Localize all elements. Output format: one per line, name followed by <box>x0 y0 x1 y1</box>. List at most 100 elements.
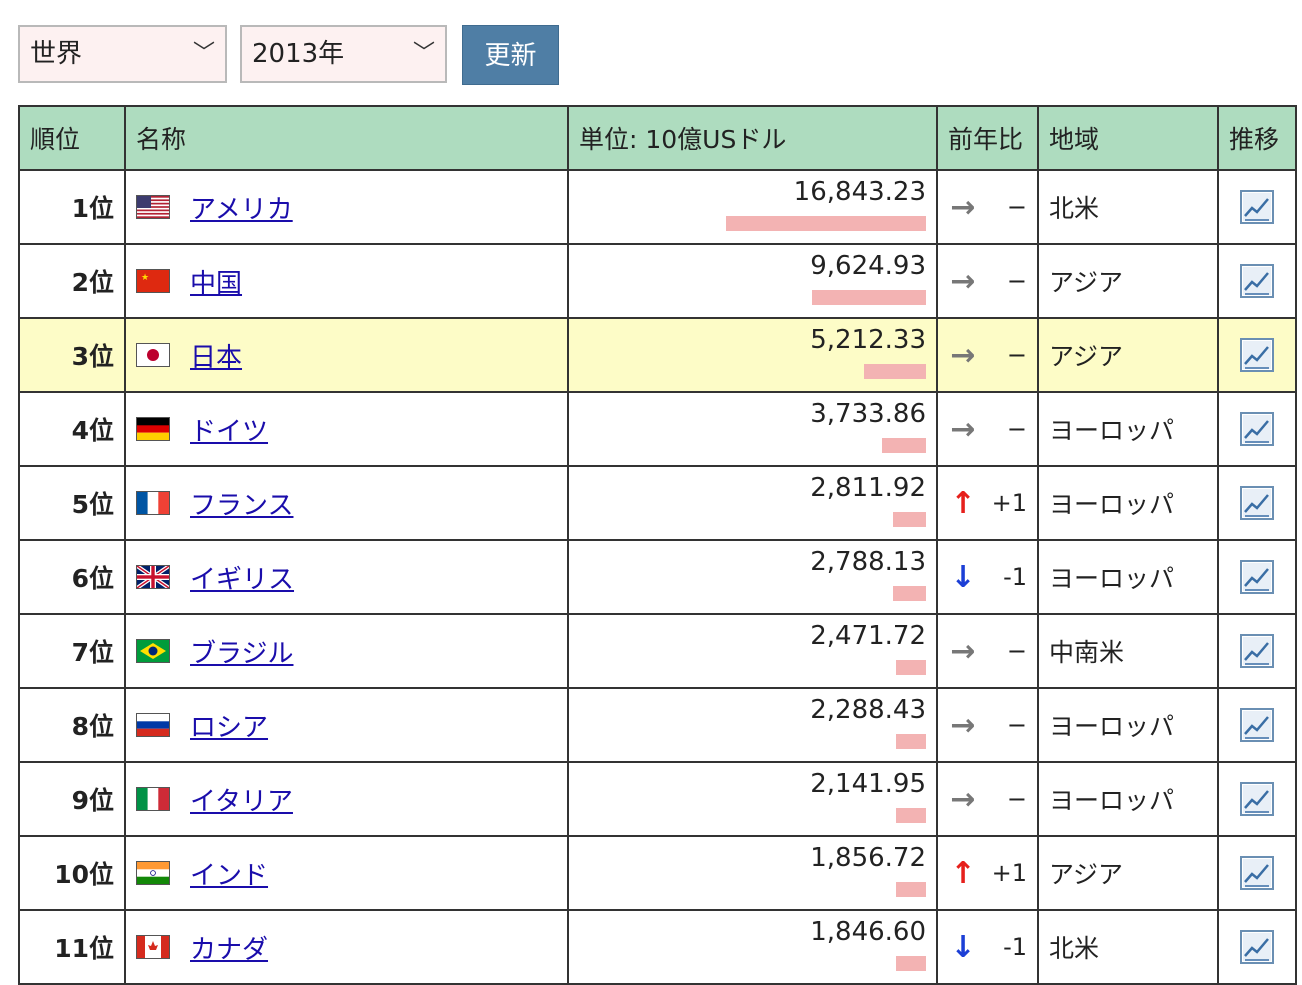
country-link[interactable]: イタリア <box>190 781 293 818</box>
year-select[interactable]: 2013年 ﹀ <box>240 25 447 83</box>
table-header-row: 順位 名称 単位: 10億USドル 前年比 地域 推移 <box>18 105 1297 171</box>
compare-cell: → − <box>936 761 1039 837</box>
region-cell: アジア <box>1037 243 1219 319</box>
table-row: 4位 ドイツ 3,733.86 → − ヨーロッパ <box>18 391 1297 467</box>
trend-cell <box>1217 687 1297 763</box>
arrow-right-icon: → <box>950 707 976 743</box>
header-value: 単位: 10億USドル <box>567 105 938 171</box>
fr-flag-icon <box>136 491 170 515</box>
value-bar <box>893 586 926 601</box>
header-region: 地域 <box>1037 105 1219 171</box>
trend-cell <box>1217 317 1297 393</box>
rank-cell: 2位 <box>18 243 126 319</box>
country-link[interactable]: ロシア <box>190 707 268 744</box>
trend-chart-icon[interactable] <box>1240 930 1274 964</box>
rank-cell: 8位 <box>18 687 126 763</box>
compare-value: − <box>1006 341 1027 369</box>
trend-chart-icon[interactable] <box>1240 190 1274 224</box>
name-cell: カナダ <box>124 909 569 985</box>
arrow-right-icon: → <box>950 263 976 299</box>
update-button[interactable]: 更新 <box>462 25 559 85</box>
value-bar <box>726 216 926 231</box>
country-link[interactable]: アメリカ <box>190 189 293 226</box>
value-cell: 2,788.13 <box>567 539 938 615</box>
arrow-right-icon: → <box>950 633 976 669</box>
trend-cell <box>1217 465 1297 541</box>
rank-cell: 6位 <box>18 539 126 615</box>
table-row: 7位 ブラジル 2,471.72 → − 中南米 <box>18 613 1297 689</box>
value-cell: 9,624.93 <box>567 243 938 319</box>
value-number: 5,212.33 <box>810 325 926 355</box>
country-link[interactable]: フランス <box>190 485 293 522</box>
value-number: 3,733.86 <box>810 399 926 429</box>
compare-value: − <box>1006 711 1027 739</box>
value-cell: 1,846.60 <box>567 909 938 985</box>
name-cell: アメリカ <box>124 169 569 245</box>
rank-cell: 4位 <box>18 391 126 467</box>
region-cell: ヨーロッパ <box>1037 391 1219 467</box>
trend-chart-icon[interactable] <box>1240 782 1274 816</box>
trend-chart-icon[interactable] <box>1240 856 1274 890</box>
country-link[interactable]: 中国 <box>190 263 242 300</box>
value-number: 1,856.72 <box>810 843 926 873</box>
country-link[interactable]: ドイツ <box>190 411 268 448</box>
value-bar <box>896 882 926 897</box>
table-row: 8位 ロシア 2,288.43 → − ヨーロッパ <box>18 687 1297 763</box>
table-row: 9位 イタリア 2,141.95 → − ヨーロッパ <box>18 761 1297 837</box>
trend-chart-icon[interactable] <box>1240 264 1274 298</box>
value-cell: 1,856.72 <box>567 835 938 911</box>
compare-value: − <box>1006 267 1027 295</box>
value-bar <box>812 290 926 305</box>
trend-chart-icon[interactable] <box>1240 338 1274 372</box>
compare-value: − <box>1006 785 1027 813</box>
name-cell: ロシア <box>124 687 569 763</box>
region-select[interactable]: 世界 ﹀ <box>18 25 227 83</box>
trend-cell <box>1217 169 1297 245</box>
table-row: 6位 イギリス 2,788.13 ↓ -1 ヨーロッパ <box>18 539 1297 615</box>
rank-cell: 7位 <box>18 613 126 689</box>
name-cell: ★ 中国 <box>124 243 569 319</box>
ru-flag-icon <box>136 713 170 737</box>
trend-cell <box>1217 909 1297 985</box>
country-link[interactable]: イギリス <box>190 559 294 596</box>
arrow-down-icon: ↓ <box>950 559 976 595</box>
country-link[interactable]: インド <box>190 855 268 892</box>
value-cell: 2,471.72 <box>567 613 938 689</box>
country-link[interactable]: ブラジル <box>190 633 293 670</box>
trend-chart-icon[interactable] <box>1240 412 1274 446</box>
country-link[interactable]: 日本 <box>190 337 242 374</box>
table-row: 2位 ★ 中国 9,624.93 → − アジア <box>18 243 1297 319</box>
trend-chart-icon[interactable] <box>1240 560 1274 594</box>
value-number: 9,624.93 <box>810 251 926 281</box>
gb-flag-icon <box>136 565 170 589</box>
trend-chart-icon[interactable] <box>1240 708 1274 742</box>
rank-cell: 3位 <box>18 317 126 393</box>
arrow-right-icon: → <box>950 337 976 373</box>
value-number: 2,788.13 <box>810 547 926 577</box>
trend-cell <box>1217 243 1297 319</box>
region-cell: 北米 <box>1037 169 1219 245</box>
arrow-up-icon: ↑ <box>950 485 976 521</box>
compare-cell: ↑ +1 <box>936 835 1039 911</box>
arrow-up-icon: ↑ <box>950 855 976 891</box>
arrow-down-icon: ↓ <box>950 929 976 965</box>
cn-flag-icon: ★ <box>136 269 170 293</box>
svg-text:★: ★ <box>141 273 149 283</box>
compare-value: -1 <box>1003 563 1027 591</box>
arrow-right-icon: → <box>950 781 976 817</box>
de-flag-icon <box>136 417 170 441</box>
rank-cell: 11位 <box>18 909 126 985</box>
value-bar <box>864 364 926 379</box>
value-number: 2,141.95 <box>810 769 926 799</box>
name-cell: ドイツ <box>124 391 569 467</box>
table-row: 3位 日本 5,212.33 → − アジア <box>18 317 1297 393</box>
trend-cell <box>1217 391 1297 467</box>
value-bar <box>893 512 926 527</box>
trend-chart-icon[interactable] <box>1240 634 1274 668</box>
trend-cell <box>1217 613 1297 689</box>
value-number: 2,811.92 <box>810 473 926 503</box>
compare-value: − <box>1006 637 1027 665</box>
trend-chart-icon[interactable] <box>1240 486 1274 520</box>
country-link[interactable]: カナダ <box>190 929 268 966</box>
region-cell: 中南米 <box>1037 613 1219 689</box>
